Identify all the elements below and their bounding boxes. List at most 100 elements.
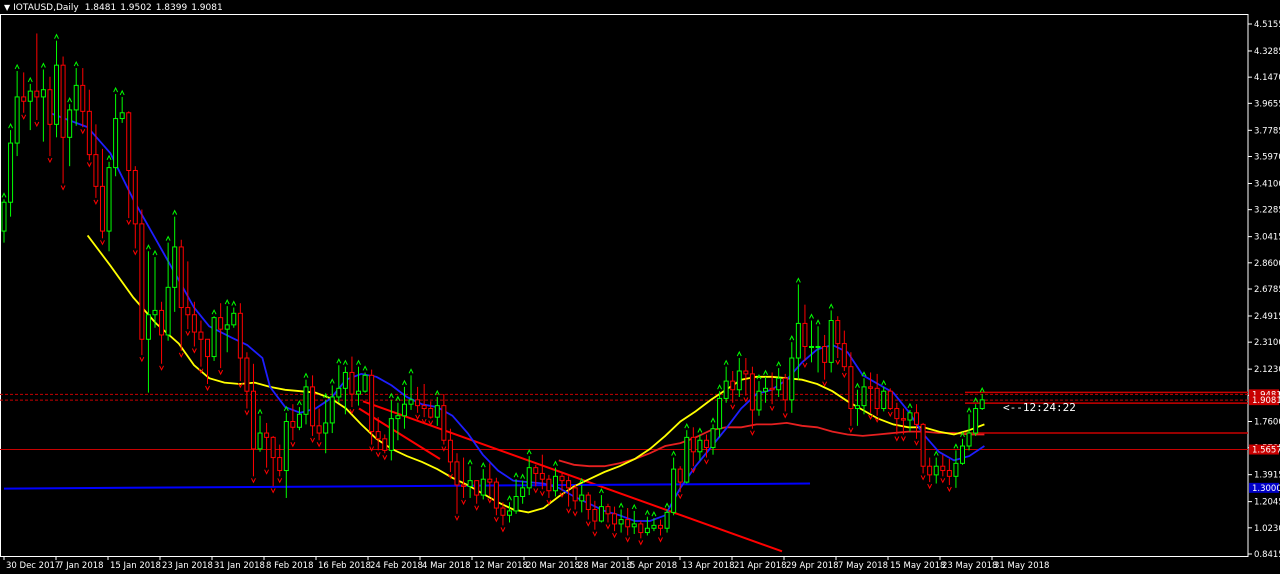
x-tick-label: 21 Apr 2018	[734, 561, 787, 571]
y-tick-label: 3.9655	[1254, 99, 1280, 109]
candle	[145, 244, 151, 393]
candle	[159, 301, 165, 371]
fractal-up-arrow	[342, 359, 348, 365]
fractal-down-arrow	[677, 493, 683, 500]
fractal-down-arrow	[205, 385, 210, 392]
candle	[959, 431, 965, 465]
price-chart[interactable]: 4.5155 4.3285 4.1470 3.9655 3.7785 3.5970 3.41…	[0, 0, 1280, 574]
fractal-down-arrow	[80, 128, 86, 135]
fractal-up-arrow	[979, 386, 985, 393]
candle	[356, 359, 362, 406]
candle-body	[625, 519, 631, 528]
candle-body	[828, 320, 834, 363]
fractal-up-arrow	[526, 449, 532, 455]
candle-body	[310, 386, 316, 427]
candle	[625, 508, 631, 543]
x-tick-label: 12 Mar 2018	[474, 561, 528, 571]
candle-body	[933, 465, 939, 476]
fractal-up-arrow	[303, 372, 309, 378]
candle	[697, 427, 703, 461]
fractal-up-arrow	[402, 379, 407, 386]
candle	[296, 399, 302, 431]
candle-body	[14, 96, 20, 144]
fractal-up-arrow	[697, 427, 703, 433]
candle	[362, 365, 368, 393]
candle	[211, 309, 217, 361]
collapse-triangle-icon[interactable]: ▼	[4, 3, 10, 12]
candle-body	[914, 412, 920, 425]
candle-body	[145, 314, 151, 340]
candle-body	[329, 396, 335, 424]
candle-body	[789, 357, 795, 401]
candle	[441, 394, 447, 452]
candle	[920, 422, 926, 481]
candle-body	[644, 527, 650, 534]
candle-body	[815, 345, 821, 348]
candle-body	[900, 418, 906, 421]
candle-body	[638, 523, 644, 534]
candle	[336, 358, 342, 403]
candle	[165, 235, 171, 341]
y-tick-label: 4.5155	[1254, 20, 1280, 30]
candle-body	[54, 64, 60, 125]
candle-body	[369, 374, 375, 433]
fractal-down-arrow	[382, 455, 388, 461]
fractal-down-arrow	[625, 537, 631, 543]
fractal-up-arrow	[106, 154, 112, 161]
candle-body	[763, 387, 769, 392]
candle	[119, 89, 125, 123]
fractal-down-arrow	[218, 369, 224, 376]
candle-body	[854, 405, 860, 410]
candle	[848, 352, 854, 433]
candle	[382, 434, 388, 461]
candle-body	[881, 390, 887, 410]
candle-body	[566, 480, 572, 489]
y-tick-label: 0.8415	[1254, 550, 1280, 560]
candle	[736, 350, 742, 397]
candle	[552, 460, 558, 497]
candle-body	[277, 457, 283, 472]
fractal-up-arrow	[553, 460, 558, 466]
candle-body	[93, 154, 99, 187]
fractal-down-arrow	[34, 121, 40, 128]
candle-body	[47, 89, 53, 125]
fractal-up-arrow	[145, 244, 151, 250]
price-badge-label: 1.9081	[1252, 396, 1280, 406]
candle	[270, 435, 276, 494]
candle-body	[106, 167, 112, 232]
candle-body	[769, 387, 775, 391]
candle-countdown: <--12:24:22	[1003, 401, 1076, 414]
candle-body	[218, 317, 224, 330]
candle	[54, 33, 60, 138]
candle	[861, 371, 867, 415]
fractal-down-arrow	[310, 437, 316, 444]
x-tick-label: 13 Apr 2018	[682, 561, 735, 571]
candle	[671, 450, 677, 516]
fractal-up-arrow	[671, 450, 677, 456]
candle-body	[730, 380, 736, 391]
candle-body	[126, 112, 132, 171]
fractal-down-arrow	[894, 436, 900, 442]
candle	[80, 68, 86, 135]
candle	[283, 405, 289, 498]
fractal-down-arrow	[704, 459, 709, 465]
candle-body	[500, 507, 506, 516]
candle-body	[874, 387, 880, 410]
fractal-up-arrow	[257, 408, 263, 414]
fractal-up-arrow	[8, 122, 14, 129]
fractal-down-arrow	[47, 157, 53, 164]
fractal-down-arrow	[500, 527, 506, 533]
candle	[329, 378, 335, 434]
fractal-up-arrow	[881, 379, 887, 386]
fractal-up-arrow	[513, 472, 519, 478]
candle	[539, 454, 545, 497]
candle-body	[539, 472, 545, 480]
candle-body	[658, 524, 663, 529]
candle	[638, 521, 644, 546]
candle-body	[1, 201, 7, 232]
candle	[132, 166, 138, 256]
candle-body	[861, 386, 867, 407]
candle	[467, 459, 473, 498]
candle	[1, 192, 7, 243]
fractal-down-arrow	[126, 219, 132, 226]
